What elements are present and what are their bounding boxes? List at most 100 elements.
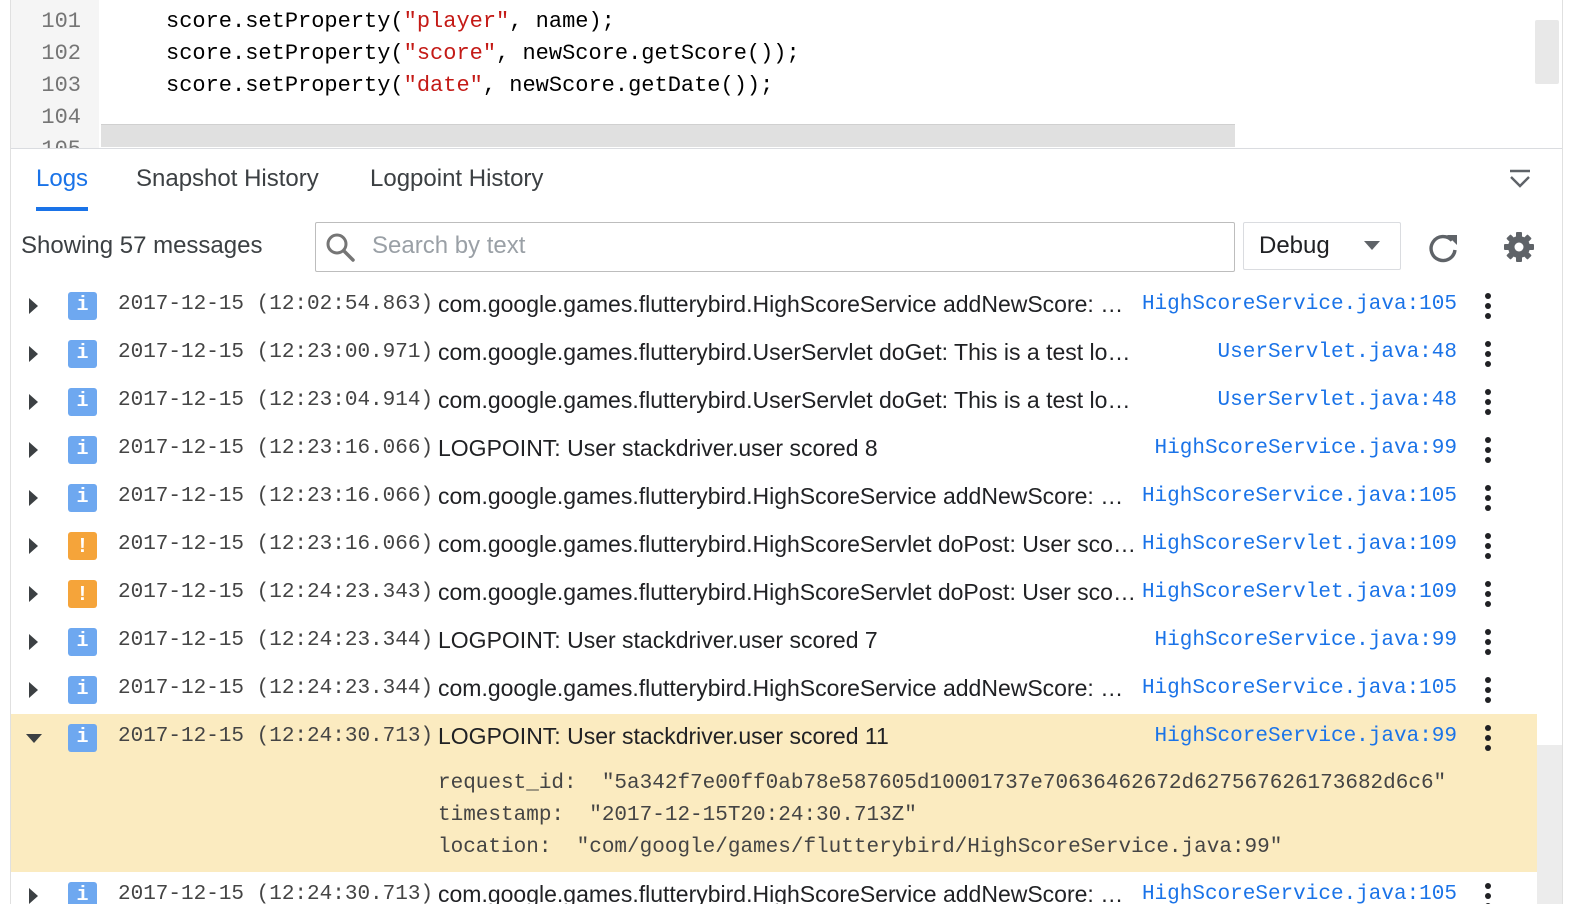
collapse-arrow-icon[interactable] — [26, 734, 42, 743]
string-literal: "date" — [403, 73, 483, 98]
log-row[interactable]: ! 2017-12-15 (12:24:23.343) com.google.gam… — [11, 570, 1537, 618]
info-icon: i — [68, 676, 97, 704]
info-icon: i — [68, 484, 97, 512]
log-row[interactable]: ! 2017-12-15 (12:23:16.066) com.google.gam… — [11, 522, 1537, 570]
string-literal: "player" — [403, 9, 510, 34]
log-timestamp: 2017-12-15 (12:24:30.713) — [118, 883, 434, 904]
vertical-scrollbar[interactable] — [1535, 20, 1559, 84]
collapse-panel-icon[interactable] — [1507, 167, 1533, 193]
gear-icon[interactable] — [1503, 231, 1535, 263]
source-link[interactable]: HighScoreService.java:105 — [1142, 474, 1457, 520]
log-list: i 2017-12-15 (12:02:54.863) com.google.gam… — [11, 282, 1537, 904]
info-icon: i — [68, 882, 97, 904]
line-number: 101 — [41, 9, 81, 34]
more-options-icon[interactable] — [1480, 292, 1496, 320]
tab-label: Logs — [36, 165, 89, 192]
log-message: LOGPOINT: User stackdriver.user scored 1… — [438, 723, 889, 749]
log-message: com.google.games.flutterybird.HighScoreS… — [438, 483, 1138, 509]
expand-arrow-icon[interactable] — [29, 298, 38, 314]
log-timestamp: 2017-12-15 (12:24:23.344) — [118, 629, 434, 652]
more-options-icon[interactable] — [1480, 340, 1496, 368]
code-editor[interactable]: 101 score.setProperty("player", name); 102… — [11, 0, 1562, 148]
expand-arrow-icon[interactable] — [29, 586, 38, 602]
string-literal: "score" — [403, 41, 497, 66]
more-options-icon[interactable] — [1480, 532, 1496, 560]
log-detail-line: location: "com/google/games/flutterybird… — [438, 836, 1283, 859]
code-line: 103 score.setProperty("date", newScore.ge… — [11, 70, 1511, 102]
line-number: 102 — [41, 41, 81, 66]
tab-logs[interactable]: Logs — [36, 149, 89, 211]
log-level-value: Debug — [1259, 232, 1330, 259]
log-row[interactable]: i 2017-12-15 (12:02:54.863) com.google.gam… — [11, 282, 1537, 330]
log-list-scrollbar-thumb[interactable] — [1537, 745, 1562, 904]
code-text: score.setProperty("score", newScore.getS… — [166, 38, 800, 70]
log-timestamp: 2017-12-15 (12:24:23.343) — [118, 581, 434, 604]
tab-logpoint-history[interactable]: Logpoint History — [370, 149, 543, 211]
log-timestamp: 2017-12-15 (12:23:16.066) — [118, 533, 434, 556]
expand-arrow-icon[interactable] — [29, 490, 38, 506]
source-link[interactable]: UserServlet.java:48 — [1218, 330, 1457, 376]
source-link[interactable]: UserServlet.java:48 — [1218, 378, 1457, 424]
log-row[interactable]: i 2017-12-15 (12:24:30.713) LOGPOINT: User… — [11, 714, 1537, 872]
expand-arrow-icon[interactable] — [29, 346, 38, 362]
expand-arrow-icon[interactable] — [29, 394, 38, 410]
log-message: LOGPOINT: User stackdriver.user scored 8 — [438, 435, 878, 461]
info-icon: i — [68, 292, 97, 320]
line-number: 103 — [41, 73, 81, 98]
log-message: com.google.games.flutterybird.HighScoreS… — [438, 675, 1138, 701]
code-line: 101 score.setProperty("player", name); — [11, 6, 1511, 38]
code-token: , newScore.getDate()); — [482, 73, 774, 98]
log-row[interactable]: i 2017-12-15 (12:24:30.713) com.google.gam… — [11, 872, 1537, 904]
tab-bar: Logs Snapshot History Logpoint History — [11, 148, 1562, 213]
more-options-icon[interactable] — [1480, 724, 1496, 752]
log-message: com.google.games.flutterybird.UserServle… — [438, 387, 1138, 413]
more-options-icon[interactable] — [1480, 388, 1496, 416]
source-link[interactable]: HighScoreServlet.java:109 — [1142, 522, 1457, 568]
log-message: com.google.games.flutterybird.HighScoreS… — [438, 579, 1138, 605]
more-options-icon[interactable] — [1480, 676, 1496, 704]
log-timestamp: 2017-12-15 (12:23:04.914) — [118, 389, 434, 412]
warning-icon: ! — [68, 580, 97, 608]
log-level-select[interactable]: Debug — [1243, 222, 1401, 270]
info-icon: i — [68, 340, 97, 368]
more-options-icon[interactable] — [1480, 436, 1496, 464]
source-link[interactable]: HighScoreService.java:105 — [1142, 666, 1457, 712]
more-options-icon[interactable] — [1480, 484, 1496, 512]
caret-down-icon — [1364, 241, 1380, 250]
log-row[interactable]: i 2017-12-15 (12:24:23.344) com.google.gam… — [11, 666, 1537, 714]
log-timestamp: 2017-12-15 (12:02:54.863) — [118, 293, 434, 316]
log-row[interactable]: i 2017-12-15 (12:23:16.066) com.google.gam… — [11, 474, 1537, 522]
source-link[interactable]: HighScoreService.java:99 — [1155, 618, 1457, 664]
horizontal-scrollbar[interactable] — [101, 124, 1235, 147]
debugger-panel: 101 score.setProperty("player", name); 102… — [10, 0, 1563, 904]
log-row[interactable]: i 2017-12-15 (12:24:23.344) LOGPOINT: User… — [11, 618, 1537, 666]
log-message: com.google.games.flutterybird.HighScoreS… — [438, 531, 1138, 557]
log-row[interactable]: i 2017-12-15 (12:23:04.914) com.google.gam… — [11, 378, 1537, 426]
log-timestamp: 2017-12-15 (12:23:16.066) — [118, 485, 434, 508]
log-row[interactable]: i 2017-12-15 (12:23:16.066) LOGPOINT: User… — [11, 426, 1537, 474]
log-row[interactable]: i 2017-12-15 (12:23:00.971) com.google.gam… — [11, 330, 1537, 378]
source-link[interactable]: HighScoreService.java:99 — [1155, 714, 1457, 760]
log-details: request_id: "5a342f7e00ff0ab78e587605d10… — [438, 768, 1446, 864]
more-options-icon[interactable] — [1480, 882, 1496, 904]
expand-arrow-icon[interactable] — [29, 888, 38, 904]
search-input[interactable] — [372, 225, 1212, 267]
source-link[interactable]: HighScoreServlet.java:109 — [1142, 570, 1457, 616]
more-options-icon[interactable] — [1480, 628, 1496, 656]
source-link[interactable]: HighScoreService.java:99 — [1155, 426, 1457, 472]
code-token: , newScore.getScore()); — [496, 41, 800, 66]
source-link[interactable]: HighScoreService.java:105 — [1142, 282, 1457, 328]
expand-arrow-icon[interactable] — [29, 442, 38, 458]
expand-arrow-icon[interactable] — [29, 538, 38, 554]
tab-snapshot-history[interactable]: Snapshot History — [136, 149, 319, 211]
search-box[interactable] — [315, 222, 1235, 272]
log-toolbar: Showing 57 messages Debug — [11, 212, 1562, 282]
expand-arrow-icon[interactable] — [29, 682, 38, 698]
expand-arrow-icon[interactable] — [29, 634, 38, 650]
log-message: com.google.games.flutterybird.HighScoreS… — [438, 291, 1138, 317]
log-message: LOGPOINT: User stackdriver.user scored 7 — [438, 627, 878, 653]
more-options-icon[interactable] — [1480, 580, 1496, 608]
refresh-icon[interactable] — [1426, 231, 1460, 265]
search-icon — [326, 233, 355, 262]
source-link[interactable]: HighScoreService.java:105 — [1142, 872, 1457, 904]
